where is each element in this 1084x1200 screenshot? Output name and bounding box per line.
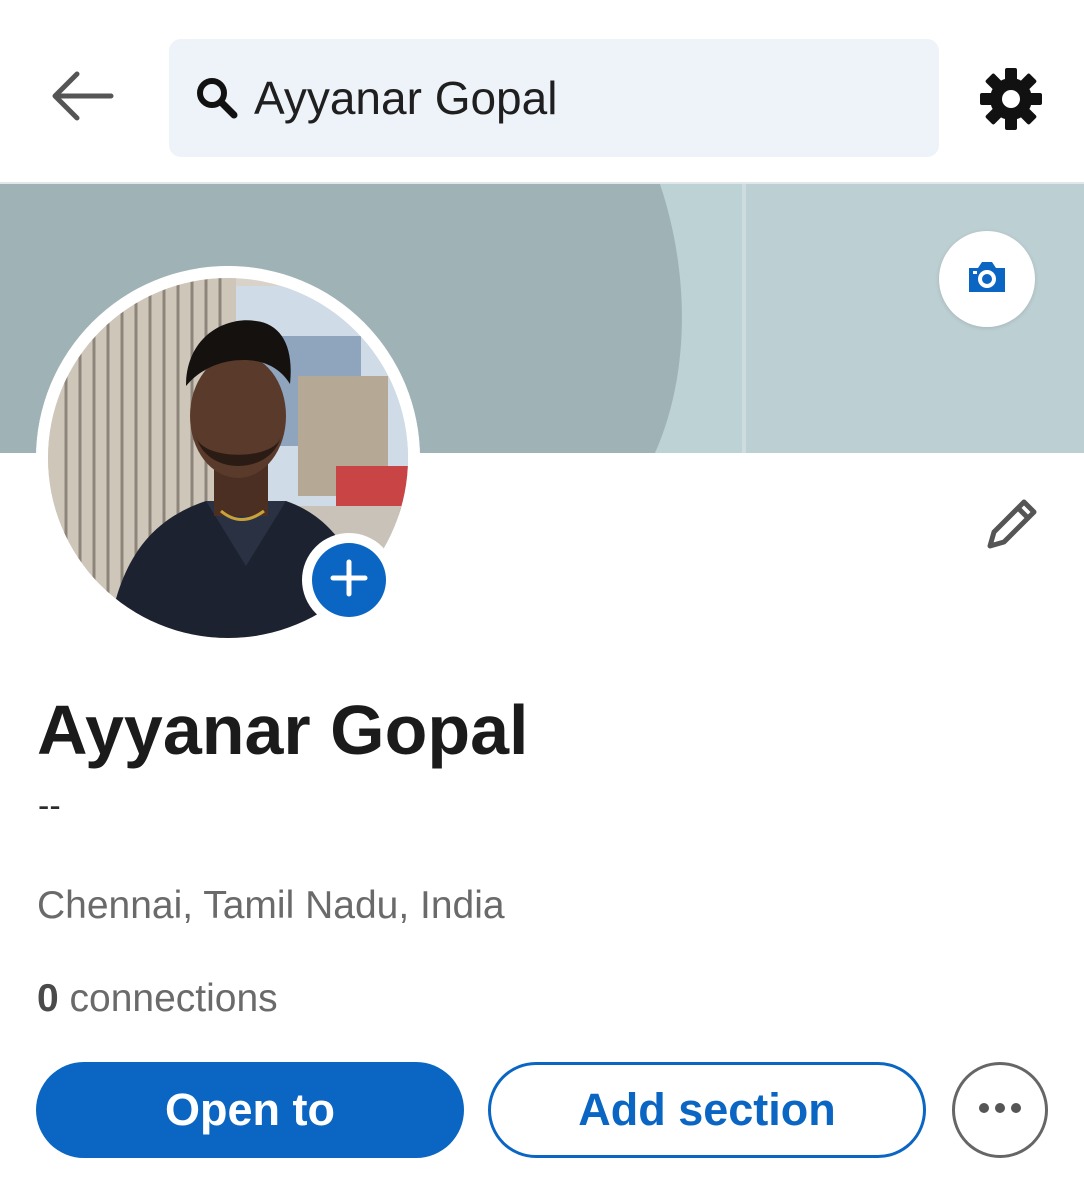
connections-link[interactable]: 0 connections bbox=[37, 973, 278, 1025]
add-photo-button[interactable] bbox=[302, 533, 396, 627]
more-dots-icon bbox=[978, 1101, 1022, 1119]
add-photo-circle bbox=[312, 543, 386, 617]
edit-profile-button[interactable] bbox=[974, 488, 1050, 564]
pencil-icon bbox=[980, 492, 1044, 561]
add-section-button[interactable]: Add section bbox=[488, 1062, 926, 1158]
gear-icon bbox=[978, 66, 1044, 137]
search-icon bbox=[194, 75, 240, 121]
arrow-left-icon bbox=[47, 70, 117, 127]
open-to-button[interactable]: Open to bbox=[36, 1062, 464, 1158]
more-button[interactable] bbox=[952, 1062, 1048, 1158]
search-input[interactable]: Ayyanar Gopal bbox=[169, 39, 939, 157]
camera-icon bbox=[965, 259, 1009, 300]
settings-button[interactable] bbox=[972, 62, 1050, 140]
connections-count: 0 bbox=[37, 977, 59, 1020]
edit-banner-button[interactable] bbox=[939, 231, 1035, 327]
profile-page: Ayyanar Gopal Ayyanar Gopal -- Chennai, … bbox=[0, 0, 1084, 1200]
search-query: Ayyanar Gopal bbox=[254, 72, 558, 124]
plus-icon bbox=[329, 558, 369, 603]
connections-label: connections bbox=[69, 977, 278, 1020]
profile-location: Chennai, Tamil Nadu, India bbox=[37, 884, 505, 927]
back-button[interactable] bbox=[40, 62, 124, 134]
profile-name: Ayyanar Gopal bbox=[37, 691, 529, 769]
top-bar: Ayyanar Gopal bbox=[0, 0, 1084, 182]
profile-headline: -- bbox=[38, 787, 61, 825]
